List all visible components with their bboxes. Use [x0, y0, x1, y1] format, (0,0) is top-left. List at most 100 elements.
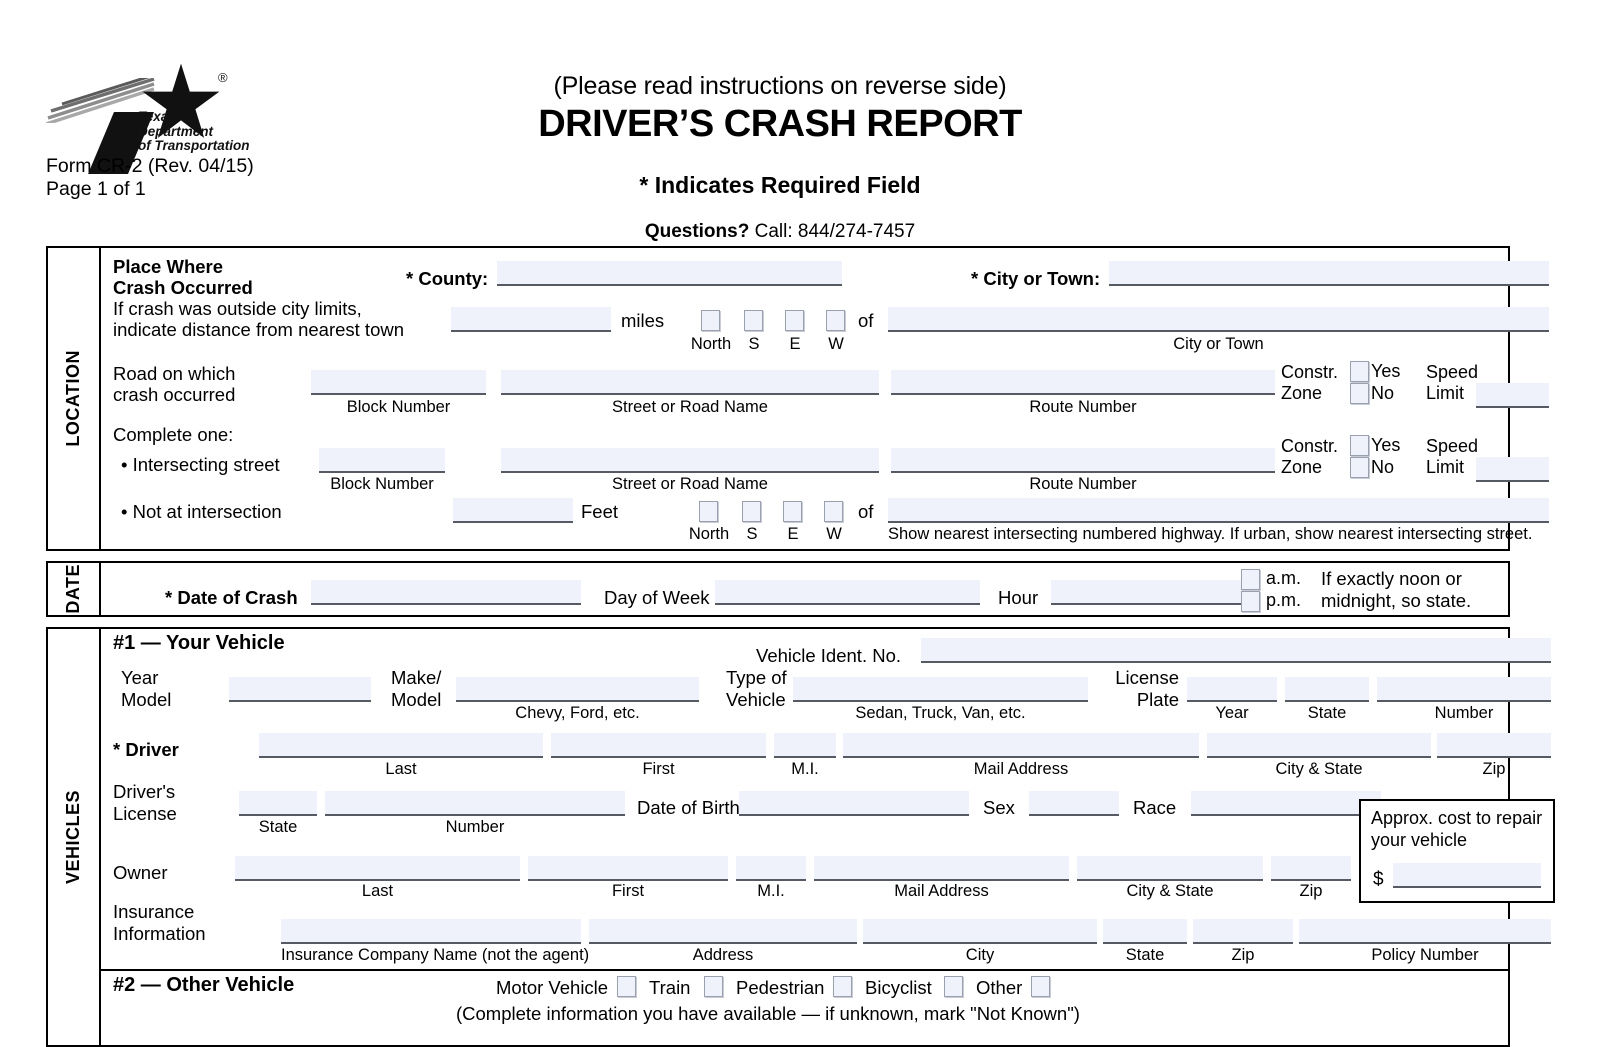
of-label-1: of: [858, 310, 874, 331]
vin-label: Vehicle Ident. No.: [756, 645, 902, 666]
intersection-direction-w-checkbox[interactable]: [824, 501, 843, 522]
plate-state-input[interactable]: [1285, 677, 1369, 702]
vin-input[interactable]: [921, 638, 1551, 663]
distance-miles-input[interactable]: [451, 307, 611, 332]
not-at-intersection-label: • Not at intersection: [121, 501, 282, 522]
owner-first-input[interactable]: [528, 856, 728, 881]
date-of-crash-input[interactable]: [311, 580, 581, 605]
intersection-direction-e-checkbox[interactable]: [783, 501, 802, 522]
direction-s-label: S: [748, 335, 760, 353]
constr-zone-yes-checkbox-2[interactable]: [1350, 435, 1369, 456]
county-input[interactable]: [497, 261, 842, 286]
direction-north-checkbox[interactable]: [701, 310, 720, 331]
owner-mail-address-sublabel: Mail Address: [894, 882, 989, 900]
direction-s-checkbox[interactable]: [744, 310, 763, 331]
constr-zone-label-1: Constr. Zone: [1281, 362, 1339, 403]
owner-last-input[interactable]: [235, 856, 520, 881]
bicyclist-label: Bicyclist: [865, 977, 932, 998]
nearest-highway-input[interactable]: [888, 498, 1549, 523]
driver-zip-input[interactable]: [1437, 733, 1551, 758]
am-checkbox[interactable]: [1241, 569, 1260, 590]
year-model-input[interactable]: [229, 677, 371, 702]
repair-cost-input[interactable]: [1393, 863, 1541, 888]
insurance-policy-number-input[interactable]: [1299, 919, 1551, 944]
drivers-license-label: Driver's License: [113, 781, 177, 824]
title-block: (Please read instructions on reverse sid…: [0, 72, 1560, 243]
pm-checkbox[interactable]: [1241, 591, 1260, 612]
constr-zone-no-label-2: No: [1371, 457, 1395, 477]
intersecting-route-number-sublabel: Route Number: [1029, 475, 1137, 493]
insurance-company-input[interactable]: [281, 919, 581, 944]
miles-label: miles: [621, 310, 665, 331]
intersection-direction-e-label: E: [787, 525, 799, 543]
dl-number-sublabel: Number: [445, 818, 505, 836]
intersecting-block-number-input[interactable]: [319, 448, 445, 473]
speed-limit-input-2[interactable]: [1476, 457, 1549, 482]
date-of-birth-input[interactable]: [739, 791, 969, 816]
speed-limit-label-1: Speed Limit: [1426, 362, 1479, 403]
constr-zone-yes-checkbox-1[interactable]: [1350, 361, 1369, 382]
road-street-name-input[interactable]: [501, 370, 879, 395]
location-body: Place Where Crash Occurred * County: * C…: [101, 248, 1549, 549]
motor-vehicle-checkbox[interactable]: [617, 976, 636, 997]
city-or-town-input[interactable]: [1109, 261, 1549, 286]
owner-mi-input[interactable]: [736, 856, 806, 881]
insurance-state-input[interactable]: [1103, 919, 1187, 944]
insurance-city-input[interactable]: [863, 919, 1097, 944]
day-of-week-input[interactable]: [715, 580, 980, 605]
feet-distance-input[interactable]: [453, 498, 573, 523]
road-route-number-input[interactable]: [891, 370, 1275, 395]
road-street-name-sublabel: Street or Road Name: [612, 398, 768, 416]
driver-first-input[interactable]: [551, 733, 766, 758]
questions-label: Questions?: [644, 221, 750, 242]
plate-year-sublabel: Year: [1215, 704, 1249, 722]
type-of-vehicle-sublabel: Sedan, Truck, Van, etc.: [855, 704, 1026, 722]
other-checkbox[interactable]: [1031, 976, 1050, 997]
direction-e-checkbox[interactable]: [785, 310, 804, 331]
sex-input[interactable]: [1029, 791, 1119, 816]
intersection-direction-s-checkbox[interactable]: [742, 501, 761, 522]
dl-state-input[interactable]: [239, 791, 317, 816]
road-on-which-label: Road on which crash occurred: [113, 363, 236, 405]
owner-mi-sublabel: M.I.: [757, 882, 785, 900]
type-of-vehicle-input[interactable]: [793, 677, 1088, 702]
date-of-birth-label: Date of Birth: [637, 797, 740, 818]
insurance-zip-input[interactable]: [1193, 919, 1293, 944]
owner-city-state-input[interactable]: [1077, 856, 1263, 881]
dl-number-input[interactable]: [325, 791, 625, 816]
pm-label: p.m.: [1266, 590, 1302, 610]
nearest-highway-note: Show nearest intersecting numbered highw…: [888, 525, 1533, 543]
train-checkbox[interactable]: [704, 976, 723, 997]
road-block-number-input[interactable]: [311, 370, 486, 395]
constr-zone-no-checkbox-1[interactable]: [1350, 383, 1369, 404]
intersecting-street-name-input[interactable]: [501, 448, 879, 473]
direction-w-checkbox[interactable]: [826, 310, 845, 331]
plate-number-input[interactable]: [1377, 677, 1551, 702]
driver-mi-input[interactable]: [774, 733, 836, 758]
page-title: DRIVER’S CRASH REPORT: [538, 103, 1022, 145]
owner-zip-input[interactable]: [1271, 856, 1351, 881]
dl-state-sublabel: State: [258, 818, 298, 836]
constr-zone-no-checkbox-2[interactable]: [1350, 457, 1369, 478]
date-section: DATE * Date of Crash Day of Week Hour a.…: [46, 561, 1510, 617]
intersecting-route-number-input[interactable]: [891, 448, 1275, 473]
nearest-town-input[interactable]: [888, 307, 1549, 332]
owner-mail-address-input[interactable]: [814, 856, 1069, 881]
insurance-address-input[interactable]: [589, 919, 857, 944]
location-section: LOCATION Place Where Crash Occurred * Co…: [46, 246, 1549, 551]
hour-input[interactable]: [1051, 580, 1241, 605]
bicyclist-checkbox[interactable]: [944, 976, 963, 997]
date-side-label: DATE: [48, 563, 101, 615]
race-input[interactable]: [1191, 791, 1381, 816]
place-where-label: Place Where Crash Occurred: [113, 256, 253, 298]
make-model-input[interactable]: [456, 677, 699, 702]
driver-last-input[interactable]: [259, 733, 543, 758]
plate-number-sublabel: Number: [1434, 704, 1494, 722]
plate-year-input[interactable]: [1187, 677, 1277, 702]
driver-mail-address-input[interactable]: [843, 733, 1199, 758]
sex-label: Sex: [983, 797, 1015, 818]
pedestrian-checkbox[interactable]: [833, 976, 852, 997]
driver-city-state-input[interactable]: [1207, 733, 1431, 758]
intersection-direction-north-checkbox[interactable]: [699, 501, 718, 522]
speed-limit-input-1[interactable]: [1476, 383, 1549, 408]
